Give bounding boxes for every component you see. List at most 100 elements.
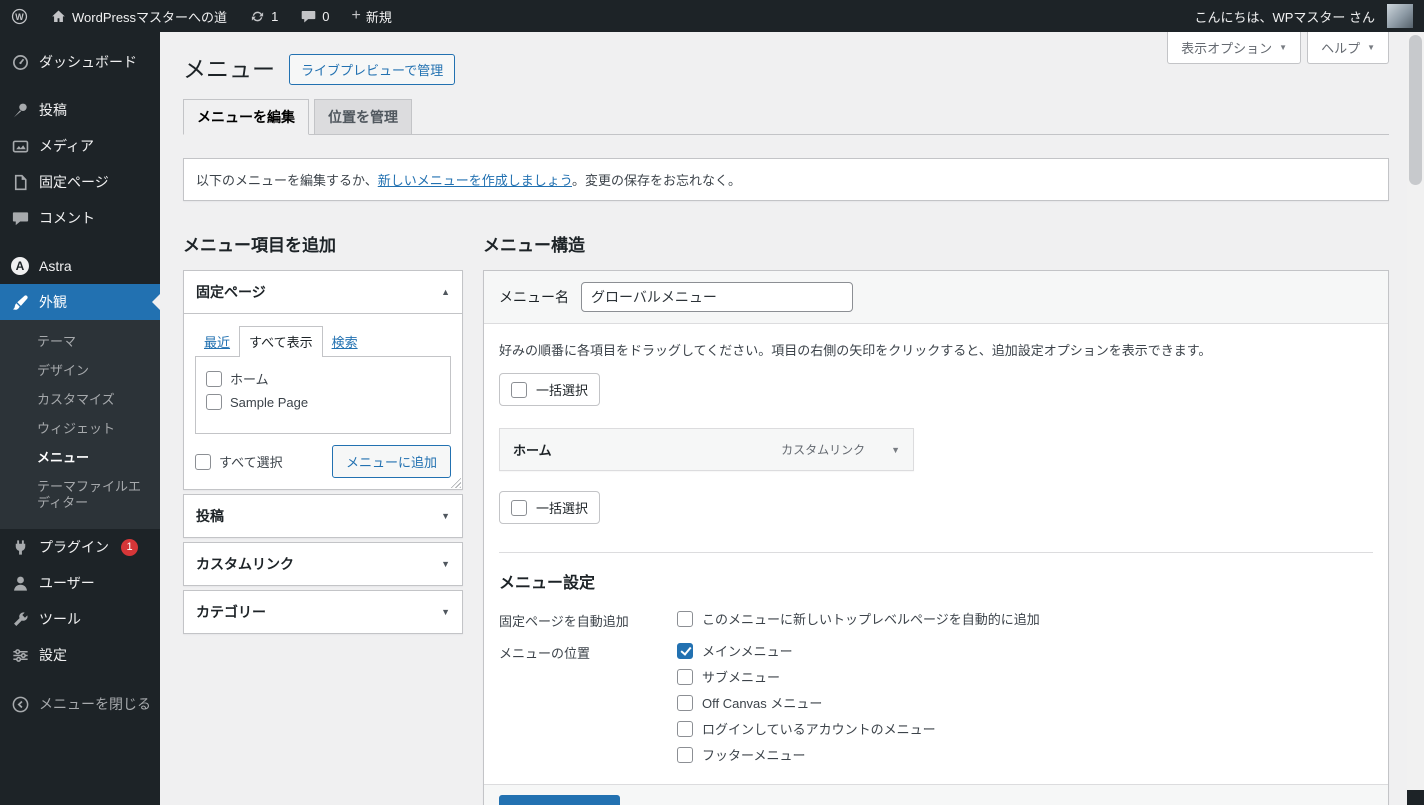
admin-bar-left: W WordPressマスターへの道 1 0 + 新規 xyxy=(0,0,403,32)
greeting-text: こんにちは、WPマスター さん xyxy=(1194,9,1375,25)
sidebar-item-astra[interactable]: A Astra xyxy=(0,248,160,284)
bulk-select-control-bottom[interactable]: 一括選択 xyxy=(499,491,601,524)
pages-accordion-header[interactable]: 固定ページ ▲ xyxy=(184,271,462,314)
submenu-item-menus[interactable]: メニュー xyxy=(0,443,160,472)
admin-bar-right: こんにちは、WPマスター さん xyxy=(1183,0,1424,32)
sidebar-item-dashboard[interactable]: ダッシュボード xyxy=(0,44,160,80)
select-all-checkbox[interactable] xyxy=(195,453,211,470)
comments-menu[interactable]: 0 xyxy=(289,0,340,32)
comments-count: 0 xyxy=(322,8,330,24)
sidebar-item-label: コメント xyxy=(39,210,95,226)
checkbox[interactable] xyxy=(206,370,222,387)
auto-add-option[interactable]: このメニューに新しいトップレベルページを自動的に追加 xyxy=(677,609,1040,628)
create-menu-link[interactable]: 新しいメニューを作成しましょう xyxy=(378,173,572,188)
save-menu-button[interactable]: メニューを保存 xyxy=(499,795,621,805)
sidebar-item-comments[interactable]: コメント xyxy=(0,200,160,236)
menu-structure-heading: メニュー構造 xyxy=(483,236,585,255)
location-option-account[interactable]: ログインしているアカウントのメニュー xyxy=(677,719,936,738)
submenu-item-design[interactable]: デザイン xyxy=(0,356,160,385)
tab-search[interactable]: 検索 xyxy=(323,327,367,356)
custom-links-accordion-header[interactable]: カスタムリンク ▼ xyxy=(184,543,462,585)
sliders-icon xyxy=(10,645,30,665)
tab-view-all[interactable]: すべて表示 xyxy=(239,326,323,357)
location-checkbox[interactable] xyxy=(677,720,693,737)
page-list-item[interactable]: ホーム xyxy=(206,366,440,391)
tab-manage-locations[interactable]: 位置を管理 xyxy=(314,99,412,135)
home-icon xyxy=(50,8,67,25)
help-button[interactable]: ヘルプ ▼ xyxy=(1307,32,1389,64)
appearance-submenu: テーマ デザイン カスタマイズ ウィジェット メニュー テーマファイルエディター xyxy=(0,320,160,529)
add-to-menu-button[interactable]: メニューに追加 xyxy=(331,445,451,478)
menu-name-input[interactable] xyxy=(581,282,853,312)
submenu-item-customize[interactable]: カスタマイズ xyxy=(0,385,160,414)
bulk-select-checkbox[interactable] xyxy=(511,499,527,516)
submenu-item-theme-file-editor[interactable]: テーマファイルエディター xyxy=(0,472,160,517)
chevron-down-icon: ▼ xyxy=(441,559,450,569)
tab-most-recent[interactable]: 最近 xyxy=(195,327,239,356)
location-label: サブメニュー xyxy=(702,670,781,685)
bulk-select-label: 一括選択 xyxy=(536,501,589,516)
pushpin-icon xyxy=(10,100,30,120)
wp-logo-menu[interactable]: W xyxy=(0,0,39,32)
scrollbar-track[interactable] xyxy=(1407,32,1424,805)
posts-accordion-header[interactable]: 投稿 ▼ xyxy=(184,495,462,537)
select-all-control[interactable]: すべて選択 xyxy=(195,452,283,471)
categories-accordion-header[interactable]: カテゴリー ▼ xyxy=(184,591,462,633)
location-checkbox[interactable] xyxy=(677,694,693,711)
location-option-offcanvas[interactable]: Off Canvas メニュー xyxy=(677,693,936,712)
posts-accordion: 投稿 ▼ xyxy=(183,494,463,538)
dashboard-icon xyxy=(10,52,30,72)
location-checkbox[interactable] xyxy=(677,746,693,763)
sidebar-item-users[interactable]: ユーザー xyxy=(0,565,160,601)
sidebar-item-tools[interactable]: ツール xyxy=(0,601,160,637)
sidebar-item-settings[interactable]: 設定 xyxy=(0,637,160,673)
menu-item-home[interactable]: ホーム カスタムリンク ▼ xyxy=(499,428,914,471)
plus-icon: + xyxy=(351,7,361,24)
location-option-footer[interactable]: フッターメニュー xyxy=(677,745,936,764)
location-option-secondary[interactable]: サブメニュー xyxy=(677,667,936,686)
sidebar-item-media[interactable]: メディア xyxy=(0,128,160,164)
collapse-menu-button[interactable]: メニューを閉じる xyxy=(0,686,160,722)
auto-add-options: このメニューに新しいトップレベルページを自動的に追加 xyxy=(677,609,1040,630)
new-content-menu[interactable]: + 新規 xyxy=(341,0,403,32)
page-item-label: Sample Page xyxy=(230,394,309,410)
chevron-down-icon: ▼ xyxy=(441,607,450,617)
admin-bar: W WordPressマスターへの道 1 0 + 新規 こんにちは、WPマスター… xyxy=(0,0,1424,32)
live-preview-button[interactable]: ライブプレビューで管理 xyxy=(289,54,456,85)
sidebar-item-label: 設定 xyxy=(39,647,67,663)
bulk-select-label: 一括選択 xyxy=(536,383,589,398)
submenu-item-widgets[interactable]: ウィジェット xyxy=(0,414,160,443)
updates-menu[interactable]: 1 xyxy=(238,0,289,32)
auto-add-checkbox[interactable] xyxy=(677,610,693,627)
two-column-layout: メニュー項目を追加 固定ページ ▲ 最近 すべて表示 検索 ホーム Sample… xyxy=(183,213,1389,805)
tab-edit-menus[interactable]: メニューを編集 xyxy=(183,99,309,135)
submenu-item-themes[interactable]: テーマ xyxy=(0,327,160,356)
site-name: WordPressマスターへの道 xyxy=(72,9,228,25)
sidebar-item-appearance[interactable]: 外観 xyxy=(0,284,160,320)
site-menu[interactable]: WordPressマスターへの道 xyxy=(39,0,238,32)
avatar xyxy=(1387,4,1413,28)
notice-text-post: 。変更の保存をお忘れなく。 xyxy=(571,173,741,188)
media-icon xyxy=(10,136,30,156)
menu-item-type: カスタムリンク xyxy=(781,443,866,457)
location-checkbox[interactable] xyxy=(677,668,693,685)
help-label: ヘルプ xyxy=(1321,41,1361,56)
sidebar-item-posts[interactable]: 投稿 xyxy=(0,92,160,128)
chevron-down-icon[interactable]: ▼ xyxy=(891,445,900,455)
account-menu[interactable]: こんにちは、WPマスター さん xyxy=(1183,0,1424,32)
sidebar-item-label: プラグイン xyxy=(39,539,109,555)
bulk-select-control-top[interactable]: 一括選択 xyxy=(499,373,601,406)
screen-options-button[interactable]: 表示オプション ▼ xyxy=(1167,32,1302,64)
sidebar-item-label: Astra xyxy=(39,258,72,274)
drag-instructions: 好みの順番に各項目をドラッグしてください。項目の右側の矢印をクリックすると、追加… xyxy=(499,343,1212,358)
bulk-select-checkbox[interactable] xyxy=(511,381,527,398)
page-list-item[interactable]: Sample Page xyxy=(206,391,440,413)
location-checkbox[interactable] xyxy=(677,642,693,659)
sidebar-item-plugins[interactable]: プラグイン 1 xyxy=(0,529,160,565)
scrollbar-corner xyxy=(1407,790,1424,805)
page-title: メニュー xyxy=(183,55,275,82)
sidebar-item-pages[interactable]: 固定ページ xyxy=(0,164,160,200)
checkbox[interactable] xyxy=(206,394,222,410)
location-option-primary[interactable]: メインメニュー xyxy=(677,641,936,660)
scrollbar-thumb[interactable] xyxy=(1409,35,1422,185)
